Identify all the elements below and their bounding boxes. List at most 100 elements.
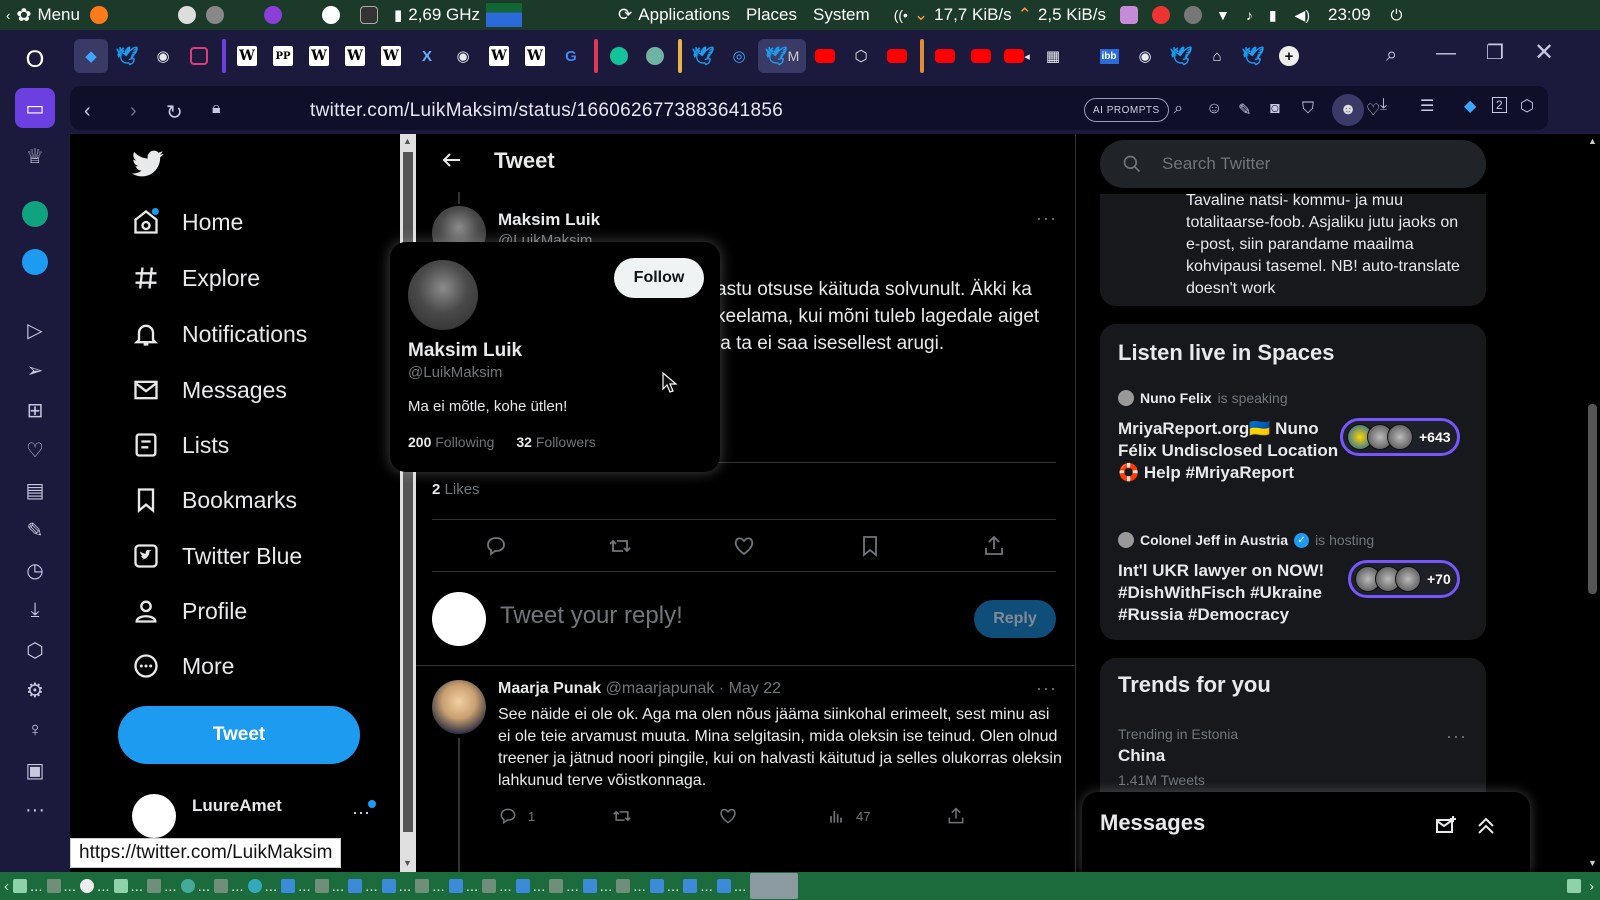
- nav-twitter-blue[interactable]: Twitter Blue: [132, 542, 302, 570]
- comment-more-icon[interactable]: ···: [1036, 678, 1057, 699]
- reader-icon[interactable]: ▭: [15, 88, 55, 128]
- nav-bookmarks[interactable]: Bookmarks: [132, 486, 297, 514]
- forward-icon[interactable]: ›: [130, 100, 137, 123]
- tab-youtube-1[interactable]: [808, 39, 842, 73]
- taskbar-window-11[interactable]: ...: [381, 878, 411, 895]
- news-icon[interactable]: ▤: [15, 470, 55, 510]
- taskbar-window-15[interactable]: ...: [515, 878, 545, 895]
- tab-edge[interactable]: ◎: [722, 39, 756, 73]
- restore-icon[interactable]: ❐: [1486, 40, 1504, 65]
- taskbar-window-6[interactable]: ...: [214, 878, 244, 895]
- tab-box[interactable]: ⬡: [844, 39, 878, 73]
- cube-icon[interactable]: ⬡: [1520, 96, 1534, 116]
- podcast-icon[interactable]: [263, 6, 282, 24]
- author-name[interactable]: Maksim Luik: [498, 210, 600, 230]
- tab-grid[interactable]: ▦: [1036, 39, 1070, 73]
- terminal-icon[interactable]: [359, 6, 378, 24]
- url-text[interactable]: twitter.com/LuikMaksim/status/1660626773…: [310, 100, 783, 122]
- hover-card-name[interactable]: Maksim Luik: [408, 340, 522, 362]
- applications-menu[interactable]: ⟳ Applications: [618, 5, 730, 25]
- taskbar-active-window[interactable]: [750, 873, 799, 899]
- tab-wiki-4[interactable]: W: [374, 39, 408, 73]
- hover-card-handle[interactable]: @LuikMaksim: [408, 364, 502, 381]
- crown-icon[interactable]: ♕: [15, 136, 55, 176]
- space-2-listeners[interactable]: +70: [1348, 560, 1460, 598]
- power-icon[interactable]: ⏻: [1391, 7, 1403, 24]
- nav-more[interactable]: More: [132, 652, 234, 680]
- search-box[interactable]: [1100, 140, 1486, 188]
- retweet-icon[interactable]: [608, 534, 632, 558]
- gem-icon[interactable]: ◆: [1464, 96, 1476, 116]
- scroll-down-icon[interactable]: ▼: [403, 858, 412, 868]
- taskbar-window-8[interactable]: ...: [281, 878, 311, 895]
- send-icon[interactable]: ➢: [15, 350, 55, 390]
- account-name[interactable]: LuureAmet: [192, 796, 282, 816]
- comment-retweet[interactable]: [612, 806, 632, 826]
- hover-card-avatar[interactable]: [408, 260, 478, 330]
- share-icon[interactable]: [982, 534, 1006, 558]
- tab-archive[interactable]: ⌂: [1200, 39, 1234, 73]
- trend-more-icon[interactable]: ···: [1446, 726, 1467, 747]
- history-icon[interactable]: ◷: [15, 550, 55, 590]
- wifi-tray-icon[interactable]: ▼: [1216, 7, 1230, 23]
- reply-icon[interactable]: [484, 534, 508, 558]
- space-2-speaker[interactable]: Colonel Jeff in Austria ✓ is hosting: [1118, 532, 1374, 548]
- taskbar-window-13[interactable]: ...: [448, 878, 478, 895]
- commenter-name[interactable]: Maarja Punak: [498, 680, 601, 697]
- address-bar[interactable]: ‹ › ↻ 🔒︎ twitter.com/LuikMaksim/status/1…: [70, 86, 1548, 130]
- nav-home[interactable]: Home: [132, 208, 243, 236]
- follow-button[interactable]: Follow: [614, 258, 704, 298]
- bookmark-action-icon[interactable]: [858, 534, 882, 558]
- taskbar-window-17[interactable]: ...: [582, 878, 612, 895]
- taskbar-window-7[interactable]: ...: [247, 878, 277, 895]
- comment-like[interactable]: [718, 806, 738, 826]
- tab-google[interactable]: G: [554, 39, 588, 73]
- taskbar-left-arrow-icon[interactable]: ‹: [4, 878, 9, 895]
- tab-x[interactable]: X: [410, 39, 444, 73]
- lock-icon[interactable]: 🔒︎: [212, 100, 221, 118]
- taskbar-window-4[interactable]: ...: [147, 878, 177, 895]
- settings-gear-icon[interactable]: ⚙: [15, 670, 55, 710]
- bulb-icon[interactable]: ♀: [15, 710, 55, 750]
- taskbar-window-3[interactable]: ...: [113, 878, 143, 895]
- tab-instagram[interactable]: [182, 39, 216, 73]
- tab-globe[interactable]: ◉: [146, 39, 180, 73]
- tab-globe-3[interactable]: ◉: [1128, 39, 1162, 73]
- reply-button[interactable]: Reply: [974, 600, 1056, 638]
- space-1-title[interactable]: MriyaReport.org🇺🇦 Nuno Félix Undisclosed…: [1118, 418, 1343, 484]
- taskbar-window-14[interactable]: ...: [482, 878, 512, 895]
- tab-globe-2[interactable]: ◉: [446, 39, 480, 73]
- tweet-button[interactable]: Tweet: [118, 706, 360, 764]
- profile-icon[interactable]: ☻: [1332, 94, 1364, 126]
- comment-views[interactable]: 47: [826, 806, 870, 826]
- update-icon[interactable]: [1151, 6, 1170, 24]
- taskbar-window-9[interactable]: ...: [314, 878, 344, 895]
- commenter-avatar[interactable]: [432, 680, 486, 734]
- emoji-icon[interactable]: ☺: [1206, 100, 1222, 118]
- tab-twitter-4[interactable]: 🕊: [1236, 39, 1270, 73]
- minimize-icon[interactable]: —: [1436, 42, 1456, 65]
- tray-trash-icon[interactable]: [1567, 879, 1581, 893]
- tab-twitter-2[interactable]: 🕊: [686, 39, 720, 73]
- camera-icon[interactable]: ◙: [1270, 100, 1280, 118]
- trend-name[interactable]: China: [1118, 746, 1165, 766]
- bell-tray-icon[interactable]: ♪: [1246, 7, 1253, 23]
- extension-icon[interactable]: ▣: [15, 750, 55, 790]
- tab-twitter-3[interactable]: 🕊: [1164, 39, 1198, 73]
- browser-scrollbar[interactable]: ▲ ▼: [1585, 134, 1600, 872]
- player-icon[interactable]: ▷: [15, 310, 55, 350]
- inkscape-icon[interactable]: [177, 6, 196, 24]
- settings-icon[interactable]: [205, 6, 224, 24]
- tweet-more-icon[interactable]: ···: [1036, 208, 1057, 229]
- tab-youtube-2[interactable]: [880, 39, 914, 73]
- more-dots-icon[interactable]: ···: [15, 790, 55, 830]
- edit-icon[interactable]: ✎: [1238, 100, 1251, 120]
- space-1-listeners[interactable]: +643: [1340, 418, 1460, 456]
- cube-icon[interactable]: ⬡: [15, 630, 55, 670]
- new-message-icon[interactable]: [1434, 814, 1458, 838]
- tab-wiki-3[interactable]: W: [338, 39, 372, 73]
- nav-profile[interactable]: Profile: [132, 597, 247, 625]
- tab-youtube-3[interactable]: [928, 39, 962, 73]
- tab-grammarly[interactable]: [602, 39, 636, 73]
- search-zoom-icon[interactable]: ⌕: [1174, 100, 1183, 118]
